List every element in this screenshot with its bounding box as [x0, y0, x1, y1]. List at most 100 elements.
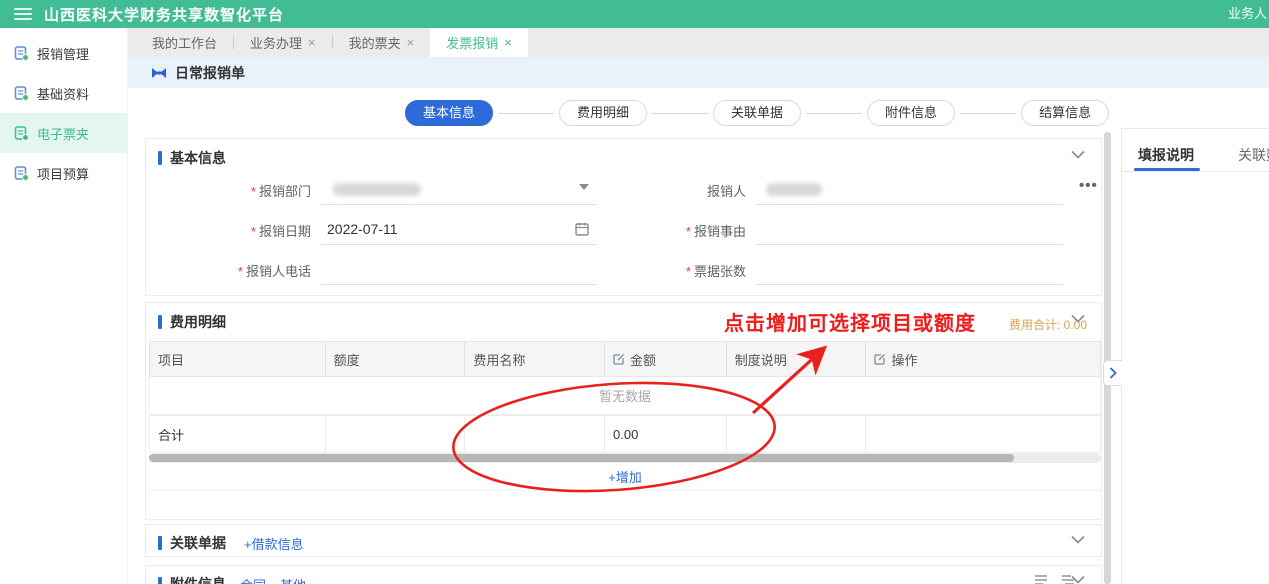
field-label-phone: *报销人电话	[146, 261, 311, 280]
top-header: 山西医科大学财务共享数智化平台 业务人	[0, 0, 1269, 28]
app-title: 山西医科大学财务共享数智化平台	[44, 4, 284, 25]
form-row: *报销部门 报销人 •••	[146, 175, 1103, 207]
tab-fill-instructions[interactable]: 填报说明	[1138, 145, 1194, 165]
sidebar-item-project-budget[interactable]: 项目预算	[0, 153, 127, 193]
tab-business-handling[interactable]: 业务办理 ×	[234, 28, 332, 57]
expense-detail-card: 费用明细 点击增加可选择项目或额度 费用合计: 0.00 项目 额度 费用名称 …	[145, 302, 1102, 520]
section-title: 基本信息	[170, 148, 226, 168]
section-accent-bar	[158, 577, 162, 584]
tab-label: 发票报销	[446, 33, 498, 52]
list-view-icon[interactable]	[1034, 574, 1048, 584]
red-annotation-text: 点击增加可选择项目或额度	[724, 307, 976, 336]
section-accent-bar	[158, 536, 162, 550]
step-settlement-info[interactable]: 结算信息	[1021, 100, 1109, 126]
step-related-docs[interactable]: 关联单据	[713, 100, 801, 126]
tab-my-ticket-folder[interactable]: 我的票夹 ×	[333, 28, 431, 57]
sidebar-item-label: 项目预算	[37, 164, 89, 183]
required-mark: *	[251, 184, 256, 199]
sum-label-cell: 合计	[150, 416, 325, 452]
empty-data-row: 暂无数据	[149, 377, 1101, 415]
sum-amount-cell: 0.00	[604, 416, 726, 452]
app-window: 山西医科大学财务共享数智化平台 业务人 报销管理 基础资料 电子票夹 项目预算 …	[0, 0, 1269, 584]
sidebar-item-label: 报销管理	[37, 44, 89, 63]
document-icon	[14, 166, 29, 181]
close-icon[interactable]: ×	[308, 35, 316, 50]
col-header-amount: 金额	[604, 342, 726, 376]
edit-icon	[874, 353, 886, 365]
empty-data-text: 暂无数据	[599, 386, 651, 405]
expense-table: 项目 额度 费用名称 金额 制度说明 操作 暂无数据 合计 0.00	[149, 341, 1101, 491]
other-link[interactable]: 其他	[280, 575, 306, 584]
sidebar-item-basic-data[interactable]: 基础资料	[0, 73, 127, 113]
vertical-scrollbar[interactable]	[1104, 132, 1111, 584]
date-field[interactable]: 2022-07-11	[321, 215, 597, 245]
tab-related-data[interactable]: 关联数	[1238, 145, 1269, 165]
person-picker-button[interactable]: •••	[1079, 177, 1098, 194]
col-header-policy-note: 制度说明	[726, 342, 866, 376]
add-expense-button[interactable]: +增加	[608, 467, 642, 486]
dept-select-field[interactable]	[321, 175, 597, 205]
section-header: 附件信息 合同 其他	[158, 574, 306, 584]
step-connector	[652, 113, 708, 114]
contract-link[interactable]: 合同	[240, 575, 266, 584]
collapse-chevron-icon[interactable]	[1071, 150, 1085, 159]
horizontal-scrollbar-thumb[interactable]	[149, 454, 1014, 462]
panel-expand-toggle[interactable]	[1103, 360, 1122, 386]
col-header-project: 项目	[150, 342, 325, 376]
section-header: 关联单据 +借款信息	[158, 533, 304, 553]
person-field[interactable]	[756, 175, 1063, 205]
tab-my-workbench[interactable]: 我的工作台	[136, 28, 233, 57]
col-header-quota: 额度	[325, 342, 465, 376]
attachment-card: 附件信息 合同 其他	[145, 565, 1102, 584]
right-panel: 填报说明 关联数	[1121, 128, 1269, 584]
sidebar-item-e-ticket-folder[interactable]: 电子票夹	[0, 113, 127, 153]
step-attachment-info[interactable]: 附件信息	[867, 100, 955, 126]
ticket-count-field[interactable]	[756, 255, 1063, 285]
sidebar-item-label: 基础资料	[37, 84, 89, 103]
page-title: 日常报销单	[175, 63, 245, 83]
field-label-person: 报销人	[581, 181, 746, 200]
sum-row: 合计 0.00	[149, 415, 1101, 453]
step-connector	[498, 113, 554, 114]
expense-table-header: 项目 额度 费用名称 金额 制度说明 操作	[149, 341, 1101, 377]
col-header-actions: 操作	[865, 342, 1100, 376]
sum-empty-cell	[464, 416, 604, 452]
related-docs-card: 关联单据 +借款信息	[145, 524, 1102, 557]
field-label-ticket-count: *票据张数	[581, 261, 746, 280]
section-header: 基本信息	[158, 148, 226, 168]
redacted-dept-value	[333, 183, 421, 196]
edit-icon	[613, 353, 625, 365]
add-loan-info-link[interactable]: +借款信息	[244, 534, 304, 553]
section-title: 费用明细	[170, 312, 226, 332]
field-label-dept: *报销部门	[146, 181, 311, 200]
tab-label: 业务办理	[250, 33, 302, 52]
horizontal-scrollbar-track[interactable]	[149, 453, 1101, 463]
step-expense-detail[interactable]: 费用明细	[559, 100, 647, 126]
required-mark: *	[251, 224, 256, 239]
sum-empty-cell	[325, 416, 465, 452]
required-mark: *	[238, 264, 243, 279]
close-icon[interactable]: ×	[504, 35, 512, 50]
tab-invoice-reimburse[interactable]: 发票报销 ×	[430, 28, 528, 57]
hamburger-menu-icon[interactable]	[14, 8, 32, 20]
collapse-chevron-icon[interactable]	[1071, 535, 1085, 544]
tab-label: 我的工作台	[152, 33, 217, 52]
required-mark: *	[686, 264, 691, 279]
required-mark: *	[686, 224, 691, 239]
collapse-chevron-icon[interactable]	[1071, 575, 1085, 584]
user-role-label[interactable]: 业务人	[1228, 0, 1267, 28]
step-basic-info[interactable]: 基本信息	[405, 100, 493, 126]
step-connector	[806, 113, 862, 114]
step-indicator: 基本信息 费用明细 关联单据 附件信息 结算信息	[405, 100, 1107, 126]
sidebar: 报销管理 基础资料 电子票夹 项目预算	[0, 28, 128, 584]
sidebar-item-reimburse-mgmt[interactable]: 报销管理	[0, 33, 127, 73]
close-icon[interactable]: ×	[407, 35, 415, 50]
reason-field[interactable]	[756, 215, 1063, 245]
date-value: 2022-07-11	[327, 221, 398, 237]
basic-info-card: 基本信息 *报销部门 报销人 ••• *报销日期 2022-07-11 *报销事…	[145, 138, 1102, 296]
collapse-chevron-icon[interactable]	[1071, 314, 1085, 323]
document-icon	[14, 126, 29, 141]
phone-field[interactable]	[321, 255, 597, 285]
section-header: 费用明细	[158, 312, 226, 332]
form-badge-icon	[152, 67, 166, 79]
